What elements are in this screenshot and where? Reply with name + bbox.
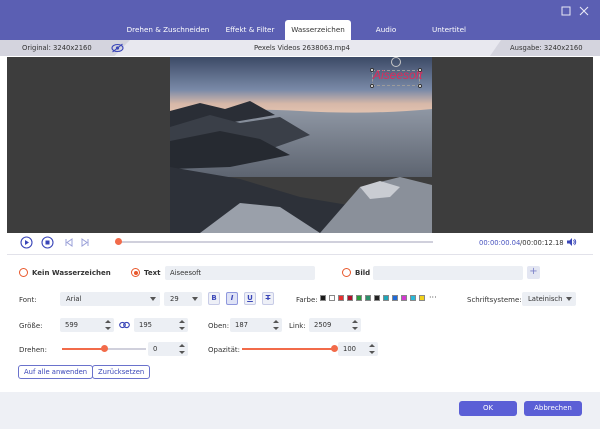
script-select[interactable]: Lateinisch (522, 292, 576, 306)
color-swatch[interactable] (347, 295, 353, 301)
tab-watermark[interactable]: Wasserzeichen (285, 20, 351, 40)
radio-text-watermark[interactable] (131, 268, 140, 277)
tab-effect-filter[interactable]: Effekt & Filter (218, 20, 282, 40)
info-bar: Original: 3240x2160 Pexels Videos 263806… (0, 40, 600, 56)
apply-all-button[interactable]: Auf alle anwenden (18, 365, 94, 379)
font-family-select[interactable]: Arial (60, 292, 160, 306)
color-swatch[interactable] (383, 295, 389, 301)
original-resolution: Original: 3240x2160 (22, 44, 92, 52)
video-frame: Aiseesoft (170, 57, 432, 233)
watermark-text: Aiseesoft (373, 68, 423, 82)
progress-track[interactable] (115, 241, 433, 243)
rotate-label: Drehen: (19, 346, 47, 354)
left-label: Link: (289, 322, 306, 330)
watermark-text-input[interactable]: Aiseesoft (165, 266, 315, 280)
rotate-stepper[interactable]: 0 (148, 342, 188, 356)
stop-icon[interactable] (41, 236, 54, 249)
current-time: 00:00:00.04 (479, 239, 521, 247)
opacity-stepper[interactable]: 100 (338, 342, 378, 356)
tab-bar: Drehen & Zuschneiden Effekt & Filter Was… (0, 0, 600, 40)
bold-button[interactable]: B (208, 292, 220, 305)
color-swatch[interactable] (374, 295, 380, 301)
image-watermark-label: Bild (355, 269, 371, 277)
radio-image-watermark[interactable] (342, 268, 351, 277)
color-swatch[interactable] (419, 295, 425, 301)
opacity-label: Opazität: (208, 346, 240, 354)
font-label: Font: (19, 296, 37, 304)
more-colors-button[interactable]: ··· (429, 293, 437, 302)
font-size-select[interactable]: 29 (164, 292, 202, 306)
total-time: /00:00:12.18 (520, 239, 564, 247)
tab-subtitle[interactable]: Untertitel (418, 20, 480, 40)
radio-no-watermark[interactable] (19, 268, 28, 277)
color-swatch[interactable] (365, 295, 371, 301)
script-label: Schriftsysteme: (467, 296, 522, 304)
opacity-slider-fill (242, 348, 334, 350)
eye-hidden-icon[interactable] (111, 43, 124, 53)
link-icon[interactable] (119, 321, 130, 329)
ok-button[interactable]: OK (459, 401, 517, 416)
add-image-button[interactable]: + (527, 266, 540, 279)
color-swatch[interactable] (329, 295, 335, 301)
color-swatch[interactable] (392, 295, 398, 301)
volume-icon[interactable] (566, 237, 577, 247)
size-label: Größe: (19, 322, 43, 330)
rotate-slider-fill (62, 348, 104, 350)
play-icon[interactable] (20, 236, 33, 249)
color-swatch[interactable] (320, 295, 326, 301)
left-stepper[interactable]: 2509 (309, 318, 361, 332)
tab-audio[interactable]: Audio (356, 20, 416, 40)
opacity-slider-thumb[interactable] (330, 345, 338, 352)
color-swatch[interactable] (401, 295, 407, 301)
color-swatch[interactable] (356, 295, 362, 301)
resize-handle[interactable] (418, 68, 422, 72)
skip-back-icon[interactable] (64, 238, 73, 247)
color-swatch[interactable] (338, 295, 344, 301)
maximize-icon[interactable] (561, 6, 571, 16)
image-path-input[interactable] (373, 266, 523, 280)
resize-handle[interactable] (370, 84, 374, 88)
height-stepper[interactable]: 195 (134, 318, 188, 332)
resize-handle[interactable] (418, 84, 422, 88)
cancel-button[interactable]: Abbrechen (524, 401, 582, 416)
reset-button[interactable]: Zurücksetzen (92, 365, 151, 379)
no-watermark-label: Kein Wasserzeichen (32, 269, 111, 277)
output-resolution: Ausgabe: 3240x2160 (510, 44, 583, 52)
rotate-slider-thumb[interactable] (100, 345, 108, 352)
skip-forward-icon[interactable] (81, 238, 90, 247)
italic-button[interactable]: I (226, 292, 238, 305)
close-icon[interactable] (579, 6, 589, 16)
color-label: Farbe: (296, 296, 318, 304)
color-swatch[interactable] (410, 295, 416, 301)
text-watermark-label: Text (144, 269, 161, 277)
resize-handle[interactable] (370, 68, 374, 72)
top-stepper[interactable]: 187 (230, 318, 282, 332)
tab-rotate-crop[interactable]: Drehen & Zuschneiden (120, 20, 216, 40)
rotate-handle[interactable] (391, 57, 401, 67)
file-name: Pexels Videos 2638063.mp4 (254, 44, 350, 52)
strikethrough-button[interactable]: T (262, 292, 274, 305)
top-label: Oben: (208, 322, 230, 330)
width-stepper[interactable]: 599 (60, 318, 114, 332)
underline-button[interactable]: U (244, 292, 256, 305)
